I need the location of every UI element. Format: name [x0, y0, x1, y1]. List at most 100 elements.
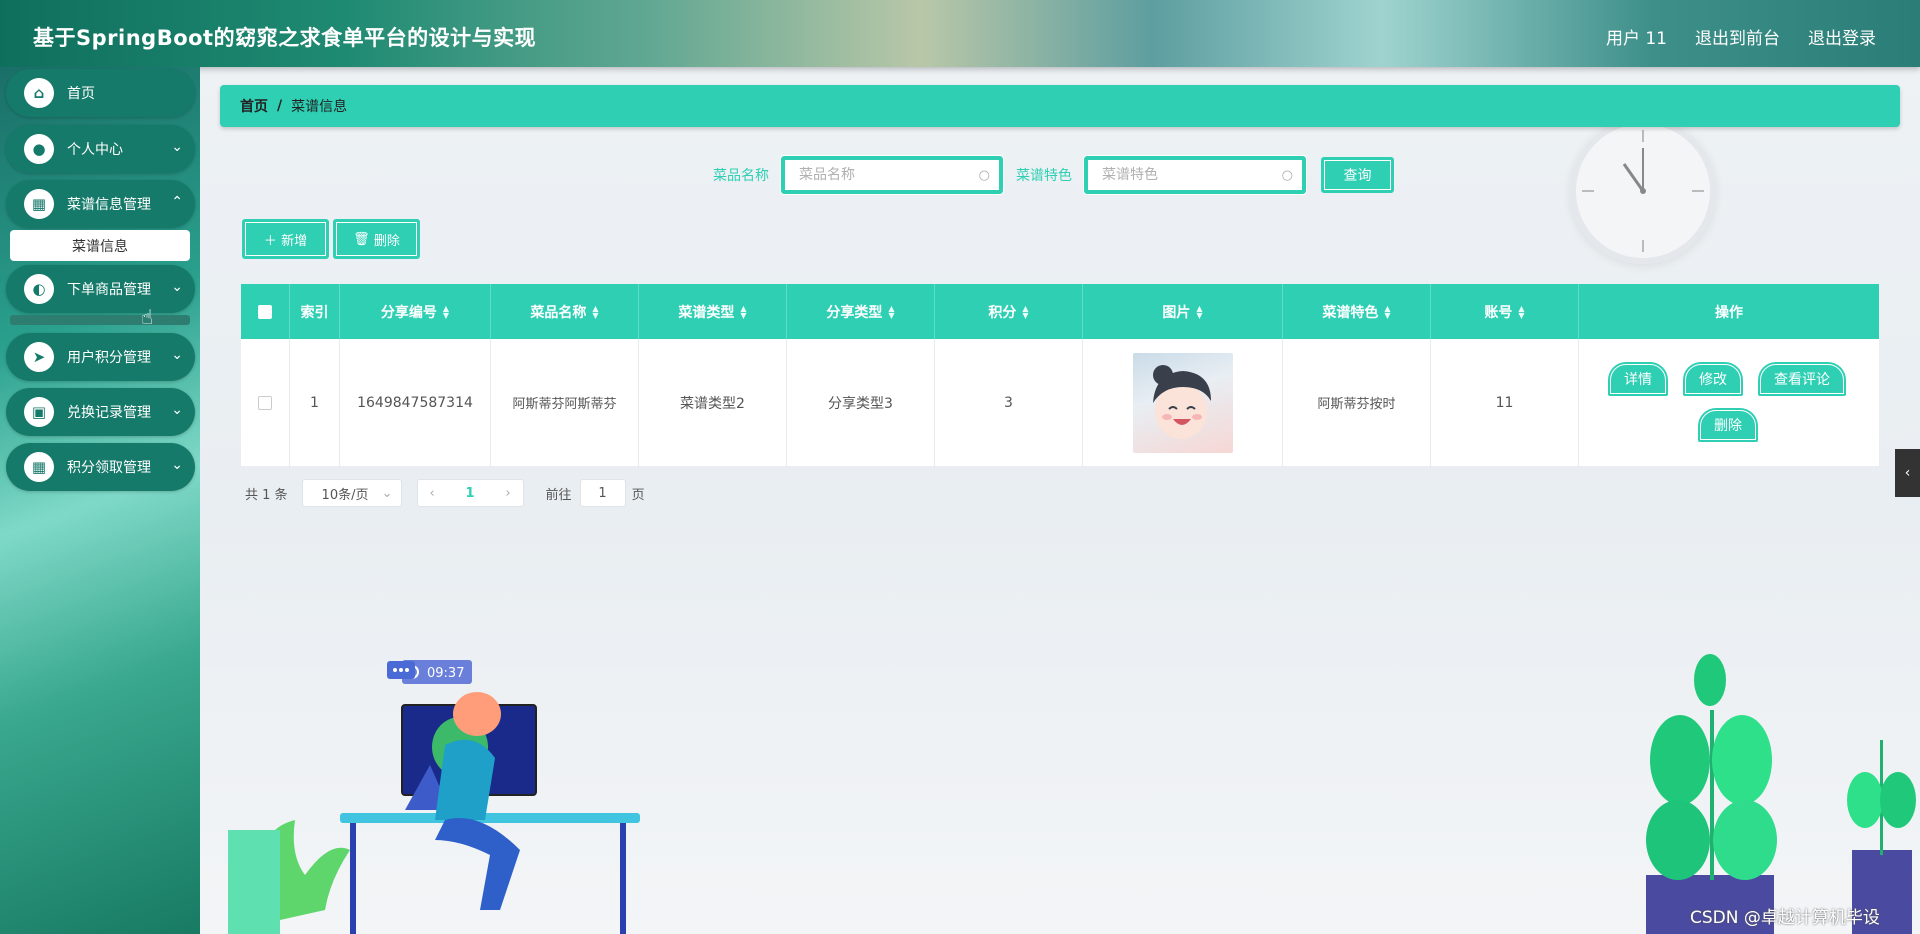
goto-page-value: 1 — [598, 485, 607, 501]
sort-icon[interactable]: ▲ ▼ — [888, 304, 894, 319]
sidebar-item-user-points[interactable]: ➤ 用户积分管理 ⌄ — [6, 333, 195, 381]
top-header: 基于SpringBoot的窈窕之求食单平台的设计与实现 用户 11 退出到前台 … — [0, 0, 1920, 67]
office-worker-illustration: 09:37 — [228, 660, 640, 934]
header-index: 索引 — [290, 284, 340, 339]
view-comments-button-label: 查看评论 — [1774, 372, 1830, 388]
prev-page-icon[interactable]: ‹ — [430, 486, 435, 501]
cell-points: 3 — [935, 339, 1083, 466]
sidebar-item-recipe-management[interactable]: ▦ 菜谱信息管理 ⌃ — [6, 180, 195, 228]
sidebar-item-label: 积分领取管理 — [67, 460, 151, 476]
sidebar-item-home[interactable]: ⌂ 首页 — [6, 69, 195, 117]
breadcrumb: 首页 / 菜谱信息 — [220, 85, 1900, 127]
header-feature[interactable]: 菜谱特色 ▲ ▼ — [1283, 284, 1431, 339]
chevron-down-icon: ⌄ — [171, 279, 183, 295]
page-size-select[interactable]: 10条/页 ⌄ — [301, 479, 402, 507]
dish-name-field: ○ — [780, 155, 1004, 195]
add-button[interactable]: ＋ 新增 — [242, 219, 329, 259]
header-label: 操作 — [1715, 304, 1743, 321]
logout-link[interactable]: 退出登录 — [1808, 24, 1876, 49]
potted-plants-illustration — [1646, 654, 1916, 934]
breadcrumb-home[interactable]: 首页 — [240, 96, 268, 116]
csdn-watermark: CSDN @卓越计算机毕设 — [1690, 908, 1880, 928]
delete-button-label: 删除 — [373, 233, 400, 249]
sidebar-item-personal-center[interactable]: ● 个人中心 ⌄ — [6, 125, 195, 173]
recipe-feature-field: ○ — [1083, 155, 1307, 195]
header-image[interactable]: 图片 ▲ ▼ — [1083, 284, 1283, 339]
delete-button[interactable]: 🗑 删除 — [333, 219, 420, 259]
breadcrumb-separator: / — [277, 98, 283, 114]
cell-account: 11 — [1431, 339, 1579, 466]
chevron-up-icon: ⌃ — [171, 194, 183, 210]
trash-icon: 🗑 — [353, 231, 374, 247]
sidebar-subitem-recipe-info[interactable]: 菜谱信息 — [10, 230, 190, 261]
sort-icon[interactable]: ▲ ▼ — [740, 304, 746, 319]
chevron-down-icon: ⌄ — [171, 457, 183, 473]
search-icon: ○ — [1281, 168, 1293, 183]
cell-index: 1 — [290, 339, 340, 466]
view-comments-button[interactable]: 查看评论 — [1758, 362, 1846, 396]
recipe-thumbnail[interactable] — [1132, 352, 1233, 453]
row-checkbox[interactable] — [258, 395, 272, 410]
sidebar-item-points-claim[interactable]: ▦ 积分领取管理 ⌄ — [6, 443, 195, 491]
dish-name-input[interactable] — [784, 159, 1000, 191]
row-select-cell — [241, 339, 290, 466]
sort-icon[interactable]: ▲ ▼ — [1196, 304, 1202, 319]
bulb-icon: ◐ — [24, 274, 54, 304]
edit-button[interactable]: 修改 — [1683, 362, 1743, 396]
wall-clock-illustration — [1570, 118, 1716, 264]
header-share-type[interactable]: 分享类型 ▲ ▼ — [787, 284, 935, 339]
select-all-checkbox[interactable] — [258, 304, 272, 319]
mouse-pointer-icon: ☝ — [141, 305, 154, 329]
header-label: 账号 — [1484, 304, 1513, 321]
plus-icon: ＋ — [263, 233, 282, 249]
dish-name-label: 菜品名称 — [713, 168, 769, 184]
row-delete-button-label: 删除 — [1714, 418, 1742, 434]
page-size-value: 10条/页 — [321, 487, 369, 503]
cell-dish-name: 阿斯蒂芬阿斯蒂芬 — [491, 339, 639, 466]
sidebar-item-label: 用户积分管理 — [67, 350, 151, 366]
search-icon: ○ — [978, 168, 990, 183]
header-actions: 用户 11 退出到前台 退出登录 — [1578, 24, 1876, 49]
header-label: 图片 — [1162, 304, 1191, 321]
sidebar: ⌂ 首页 ● 个人中心 ⌄ ▦ 菜谱信息管理 ⌃ 菜谱信息 ◐ 下单商品管理 ⌄… — [0, 67, 200, 934]
briefcase-icon: ▣ — [24, 397, 54, 427]
header-label: 索引 — [300, 304, 329, 321]
header-share-no[interactable]: 分享编号 ▲ ▼ — [340, 284, 491, 339]
goto-suffix: 页 — [631, 487, 645, 503]
recipe-feature-input[interactable] — [1087, 159, 1303, 191]
query-button-label: 查询 — [1343, 168, 1372, 184]
goto-prefix: 前往 — [545, 487, 572, 503]
goto-page-input[interactable]: 1 — [579, 479, 626, 507]
cell-feature: 阿斯蒂芬按时 — [1283, 339, 1431, 466]
side-panel-toggle[interactable]: ‹ — [1895, 449, 1920, 497]
back-to-front-link[interactable]: 退出到前台 — [1695, 24, 1780, 49]
sort-icon[interactable]: ▲ ▼ — [1022, 304, 1028, 319]
breadcrumb-current: 菜谱信息 — [291, 99, 348, 115]
header-account[interactable]: 账号 ▲ ▼ — [1431, 284, 1579, 339]
home-icon: ⌂ — [24, 78, 54, 108]
sort-icon[interactable]: ▲ ▼ — [592, 304, 598, 319]
sort-icon[interactable]: ▲ ▼ — [443, 304, 449, 319]
sort-icon[interactable]: ▲ ▼ — [1518, 304, 1524, 319]
chevron-down-icon: ⌄ — [171, 402, 183, 418]
cell-operations: 详情 修改 查看评论 删除 — [1579, 339, 1879, 466]
sidebar-item-order-goods[interactable]: ◐ 下单商品管理 ⌄ — [6, 265, 195, 313]
anime-girl-illustration-icon — [1152, 364, 1211, 439]
header-recipe-type[interactable]: 菜谱类型 ▲ ▼ — [639, 284, 787, 339]
submenu-collapsing-bar — [10, 315, 190, 325]
sidebar-item-exchange-records[interactable]: ▣ 兑换记录管理 ⌄ — [6, 388, 195, 436]
sidebar-item-label: 首页 — [67, 86, 95, 102]
cell-share-no: 1649847587314 — [340, 339, 491, 466]
header-points[interactable]: 积分 ▲ ▼ — [935, 284, 1083, 339]
query-button[interactable]: 查询 — [1321, 157, 1394, 193]
current-page[interactable]: 1 — [466, 486, 475, 501]
select-all-cell — [241, 284, 290, 339]
recipe-feature-label: 菜谱特色 — [1016, 168, 1072, 184]
detail-button[interactable]: 详情 — [1608, 362, 1668, 396]
next-page-icon[interactable]: › — [505, 486, 510, 501]
add-button-label: 新增 — [281, 233, 308, 249]
sort-icon[interactable]: ▲ ▼ — [1384, 304, 1390, 319]
chevron-down-icon: ⌄ — [171, 139, 183, 155]
header-dish-name[interactable]: 菜品名称 ▲ ▼ — [491, 284, 639, 339]
row-delete-button[interactable]: 删除 — [1698, 408, 1758, 442]
